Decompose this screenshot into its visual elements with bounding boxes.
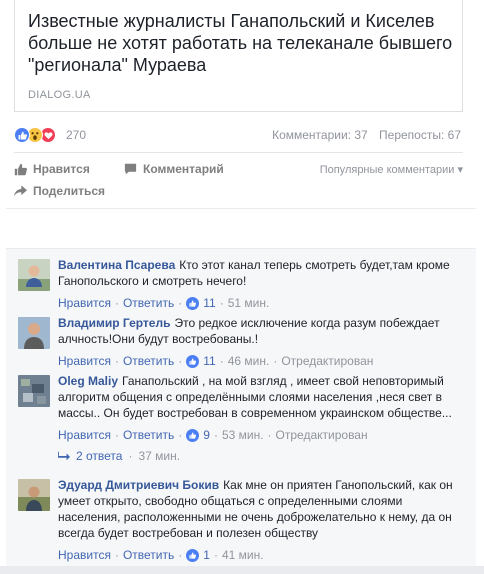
thumbs-up-icon <box>14 163 27 175</box>
shares-count[interactable]: Перепосты: 67 <box>379 128 461 142</box>
comment-timestamp[interactable]: 51 мин. <box>228 295 270 311</box>
sort-label: Популярные комментарии <box>319 164 455 176</box>
comment-timestamp[interactable]: 46 мин. <box>228 353 270 369</box>
reaction-icons[interactable] <box>14 126 66 144</box>
like-button[interactable]: Нравится <box>14 162 90 176</box>
comment-like-count[interactable]: 11 <box>203 353 215 369</box>
write-comment-area[interactable] <box>6 209 476 249</box>
avatar[interactable] <box>18 479 50 511</box>
chevron-down-icon: ▾ <box>457 164 463 176</box>
divider <box>14 152 463 153</box>
comment-timestamp[interactable]: 41 мин. <box>222 547 264 563</box>
comment-reply-link[interactable]: Ответить <box>123 353 174 369</box>
comment-author[interactable]: Владимир Гертель <box>58 316 170 330</box>
comment-sort-dropdown[interactable]: Популярные комментарии ▾ <box>320 163 463 176</box>
comment-button[interactable]: Комментарий <box>124 162 224 176</box>
comment-like-link[interactable]: Нравится <box>58 353 111 369</box>
comment-meta: Нравится · Ответить · 11 · 51 мин. <box>58 295 270 311</box>
comment-like-link[interactable]: Нравится <box>58 547 111 563</box>
reactions-row: 270 Комментарии: 37 Перепосты: 67 <box>14 126 463 144</box>
comment-author[interactable]: Oleg Maliy <box>58 374 118 388</box>
comment-edited-label[interactable]: Отредактирован <box>281 353 373 369</box>
comment-like-count[interactable]: 9 <box>203 427 210 443</box>
comment-reply-link[interactable]: Ответить <box>123 547 174 563</box>
comment-like-count[interactable]: 1 <box>203 547 210 563</box>
comment-like-link[interactable]: Нравится <box>58 427 111 443</box>
replies-count[interactable]: 2 ответа <box>76 449 122 463</box>
comment-reply-link[interactable]: Ответить <box>123 295 174 311</box>
link-preview-card[interactable]: Известные журналисты Ганапольский и Кисе… <box>14 0 463 112</box>
horizontal-scrollbar[interactable] <box>0 566 484 574</box>
avatar[interactable] <box>18 317 50 349</box>
like-icon <box>186 296 200 310</box>
comment-meta: Нравится · Ответить · 11 · 46 мин. · Отр… <box>58 353 374 369</box>
reply-arrow-icon <box>58 451 70 461</box>
comment-author[interactable]: Эдуард Дмитриевич Бокив <box>58 478 219 492</box>
link-domain: DIALOG.UA <box>28 89 91 101</box>
like-icon <box>186 354 200 368</box>
comment-label: Комментарий <box>143 162 224 176</box>
share-button[interactable]: Поделиться <box>14 184 105 198</box>
comment-icon <box>124 163 137 175</box>
share-icon <box>14 185 27 197</box>
like-icon <box>186 548 200 562</box>
reaction-count[interactable]: 270 <box>66 128 86 142</box>
comment-like-link[interactable]: Нравится <box>58 295 111 311</box>
post-stats: Комментарии: 37 Перепосты: 67 <box>264 128 461 142</box>
comment-reply-link[interactable]: Ответить <box>123 427 174 443</box>
like-icon <box>186 428 200 442</box>
comment-timestamp[interactable]: 53 мин. <box>222 427 264 443</box>
comments-panel: Валентина Псарева Кто этот канал теперь с… <box>6 208 476 574</box>
comment-author[interactable]: Валентина Псарева <box>58 258 175 272</box>
comment-meta: Нравится · Ответить · 1 · 41 мин. <box>58 547 264 563</box>
like-icon <box>14 127 30 143</box>
comment-like-count[interactable]: 11 <box>203 295 215 311</box>
avatar[interactable] <box>18 259 50 291</box>
post-actions: Нравится Комментарий Поделиться Популярн… <box>14 156 463 204</box>
like-label: Нравится <box>33 162 90 176</box>
view-replies-link[interactable]: 2 ответа · 37 мин. <box>58 449 180 463</box>
avatar[interactable] <box>18 375 50 407</box>
comments-count[interactable]: Комментарии: 37 <box>272 128 368 142</box>
replies-timestamp: 37 мин. <box>138 449 181 463</box>
comment-edited-label[interactable]: Отредактирован <box>276 427 368 443</box>
link-title[interactable]: Известные журналисты Ганапольский и Кисе… <box>28 10 458 76</box>
comment-meta: Нравится · Ответить · 9 · 53 мин. · Отре… <box>58 427 368 443</box>
share-label: Поделиться <box>33 184 106 198</box>
